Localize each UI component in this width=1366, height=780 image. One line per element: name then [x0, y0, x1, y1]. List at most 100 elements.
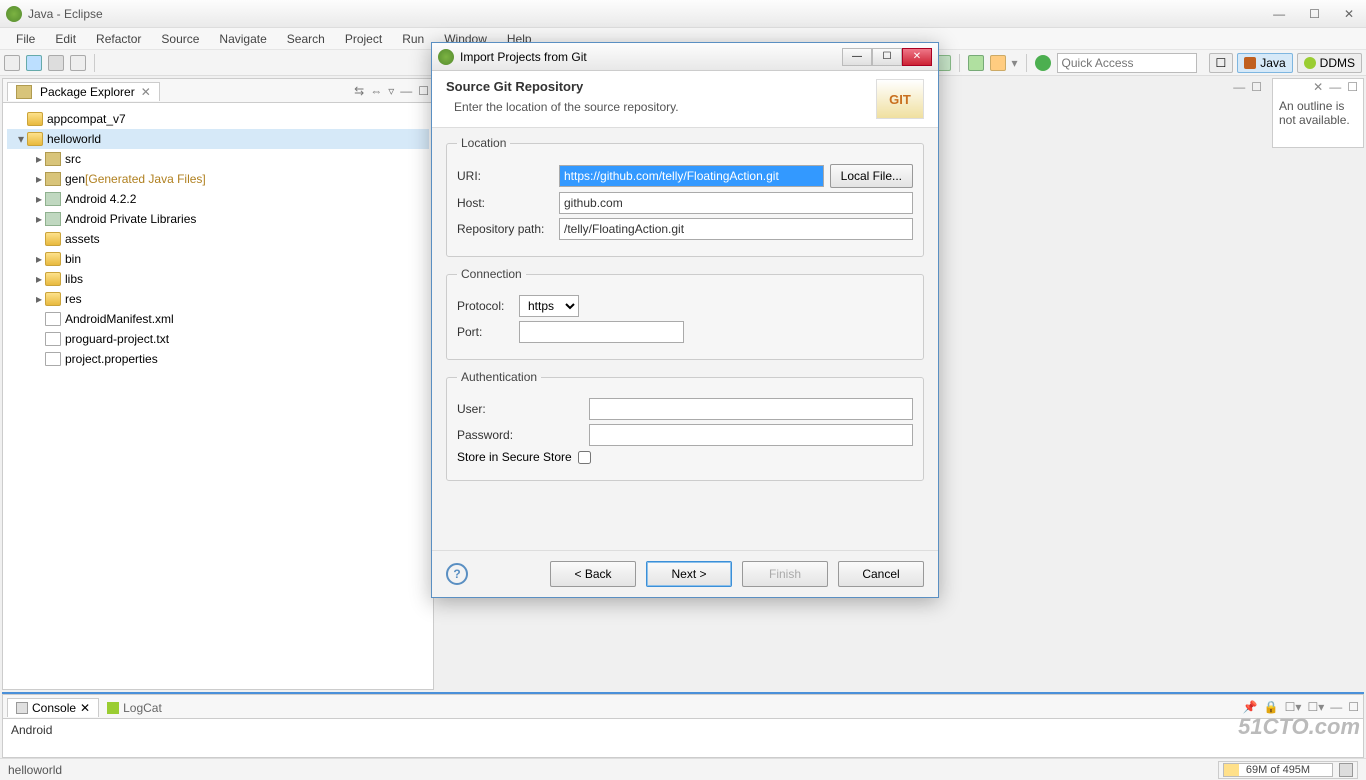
- minimize-icon[interactable]: —: [1267, 7, 1291, 21]
- protocol-select[interactable]: https: [519, 295, 579, 317]
- user-label: User:: [457, 402, 583, 416]
- logcat-tab[interactable]: LogCat: [99, 699, 170, 717]
- repo-path-label: Repository path:: [457, 222, 553, 236]
- debug-icon[interactable]: [968, 55, 984, 71]
- location-legend: Location: [457, 136, 510, 150]
- console-display-icon[interactable]: 🔒: [1264, 700, 1279, 714]
- run-icon[interactable]: [1035, 55, 1051, 71]
- tree-item[interactable]: ▸gen [Generated Java Files]: [7, 169, 429, 189]
- maximize-view-icon[interactable]: ☐: [418, 84, 429, 98]
- console-open-icon[interactable]: ☐▾: [1307, 700, 1324, 714]
- tree-item[interactable]: ▾helloworld: [7, 129, 429, 149]
- dialog-maximize-icon[interactable]: ☐: [872, 48, 902, 66]
- console-tab[interactable]: Console ✕: [7, 698, 99, 717]
- link-editor-icon[interactable]: ⇔: [370, 84, 382, 98]
- memory-monitor[interactable]: 69M of 495M: [1218, 761, 1358, 779]
- logcat-icon: [107, 702, 119, 714]
- editor-maximize-icon[interactable]: ☐: [1251, 80, 1262, 94]
- perspective-java[interactable]: Java: [1237, 53, 1292, 73]
- close-icon[interactable]: ✕: [1338, 7, 1360, 21]
- host-label: Host:: [457, 196, 553, 210]
- tree-item[interactable]: ▸Android Private Libraries: [7, 209, 429, 229]
- save-icon[interactable]: [26, 55, 42, 71]
- menu-edit[interactable]: Edit: [45, 30, 86, 48]
- menu-search[interactable]: Search: [277, 30, 335, 48]
- menu-file[interactable]: File: [6, 30, 45, 48]
- finish-button[interactable]: Finish: [742, 561, 828, 587]
- cancel-button[interactable]: Cancel: [838, 561, 924, 587]
- tree-item[interactable]: proguard-project.txt: [7, 329, 429, 349]
- console-tab-close-icon[interactable]: ✕: [80, 701, 90, 715]
- outline-max-icon[interactable]: ☐: [1347, 80, 1358, 94]
- maximize-icon[interactable]: ☐: [1303, 7, 1326, 21]
- dialog-header-title: Source Git Repository: [446, 79, 679, 94]
- authentication-group: Authentication User: Password: Store in …: [446, 370, 924, 481]
- local-file-button[interactable]: Local File...: [830, 164, 913, 188]
- dialog-minimize-icon[interactable]: —: [842, 48, 872, 66]
- user-input[interactable]: [589, 398, 913, 420]
- menu-source[interactable]: Source: [151, 30, 209, 48]
- console-max-icon[interactable]: ☐: [1348, 700, 1359, 714]
- project-tree[interactable]: appcompat_v7▾helloworld▸src▸gen [Generat…: [3, 103, 433, 689]
- new-icon[interactable]: [4, 55, 20, 71]
- git-badge-icon: GIT: [876, 79, 924, 119]
- tree-item[interactable]: project.properties: [7, 349, 429, 369]
- dialog-header-subtitle: Enter the location of the source reposit…: [454, 100, 679, 114]
- perspective-ddms[interactable]: DDMS: [1297, 53, 1362, 73]
- port-input[interactable]: [519, 321, 684, 343]
- port-label: Port:: [457, 325, 513, 339]
- eclipse-icon: [6, 6, 22, 22]
- outline-close-icon[interactable]: ✕: [1313, 80, 1323, 94]
- console-pin-icon[interactable]: 📌: [1243, 700, 1258, 714]
- dialog-title: Import Projects from Git: [460, 50, 587, 64]
- authentication-legend: Authentication: [457, 370, 541, 384]
- menu-run[interactable]: Run: [392, 30, 434, 48]
- next-button[interactable]: Next >: [646, 561, 732, 587]
- tree-item[interactable]: ▸bin: [7, 249, 429, 269]
- connection-group: Connection Protocol: https Port:: [446, 267, 924, 360]
- location-group: Location URI: Local File... Host: Reposi…: [446, 136, 924, 257]
- help-button[interactable]: ?: [446, 563, 468, 585]
- store-secure-label: Store in Secure Store: [457, 450, 572, 464]
- password-label: Password:: [457, 428, 583, 442]
- uri-input[interactable]: [559, 165, 824, 187]
- tree-item[interactable]: assets: [7, 229, 429, 249]
- open-perspective-icon[interactable]: ☐: [1209, 53, 1234, 73]
- tree-item[interactable]: ▸libs: [7, 269, 429, 289]
- password-input[interactable]: [589, 424, 913, 446]
- dialog-close-icon[interactable]: ✕: [902, 48, 932, 66]
- window-title: Java - Eclipse: [28, 7, 103, 21]
- console-min-icon[interactable]: —: [1330, 700, 1342, 714]
- tree-item[interactable]: appcompat_v7: [7, 109, 429, 129]
- store-secure-checkbox[interactable]: [578, 451, 591, 464]
- run-ext-icon[interactable]: [990, 55, 1006, 71]
- collapse-all-icon[interactable]: ⇆: [354, 84, 364, 98]
- menu-navigate[interactable]: Navigate: [209, 30, 276, 48]
- tree-item[interactable]: AndroidManifest.xml: [7, 309, 429, 329]
- dialog-titlebar[interactable]: Import Projects from Git — ☐ ✕: [432, 43, 938, 71]
- close-tab-icon[interactable]: ✕: [141, 85, 151, 99]
- status-text: helloworld: [8, 763, 62, 777]
- repo-path-input[interactable]: [559, 218, 913, 240]
- tree-item[interactable]: ▸src: [7, 149, 429, 169]
- print-icon[interactable]: [70, 55, 86, 71]
- menu-project[interactable]: Project: [335, 30, 392, 48]
- import-git-dialog: Import Projects from Git — ☐ ✕ Source Gi…: [431, 42, 939, 598]
- outline-min-icon[interactable]: —: [1329, 80, 1341, 94]
- console-clear-icon[interactable]: ☐▾: [1285, 700, 1302, 714]
- console-view: Console ✕ LogCat 📌 🔒 ☐▾ ☐▾ — ☐ Android: [2, 694, 1364, 758]
- view-menu-icon[interactable]: ▿: [388, 84, 394, 98]
- menu-refactor[interactable]: Refactor: [86, 30, 151, 48]
- quick-access-input[interactable]: [1057, 53, 1197, 73]
- tree-item[interactable]: ▸Android 4.2.2: [7, 189, 429, 209]
- dialog-eclipse-icon: [438, 49, 454, 65]
- save-all-icon[interactable]: [48, 55, 64, 71]
- back-button[interactable]: < Back: [550, 561, 636, 587]
- host-input[interactable]: [559, 192, 913, 214]
- editor-minimize-icon[interactable]: —: [1233, 80, 1245, 94]
- minimize-view-icon[interactable]: —: [400, 84, 412, 98]
- gc-icon[interactable]: [1339, 763, 1353, 777]
- statusbar: helloworld 69M of 495M: [0, 758, 1366, 780]
- tree-item[interactable]: ▸res: [7, 289, 429, 309]
- package-explorer-tab[interactable]: Package Explorer ✕: [7, 82, 160, 101]
